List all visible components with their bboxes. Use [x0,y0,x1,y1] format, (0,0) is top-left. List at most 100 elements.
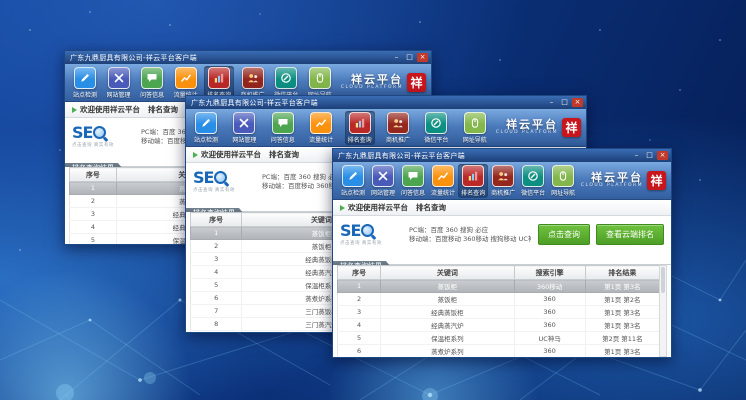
toolbar-item-4[interactable]: 排名查询 [345,111,375,145]
table-row[interactable]: 5保温柜系列UC神马第2页 第11名 [338,332,660,345]
view-cloud-rank-button[interactable]: 查看云端排名 [596,224,664,245]
toolbar-item-0[interactable]: 站点检测 [70,66,100,100]
breadcrumb-welcome: 欢迎使用祥云平台 [348,202,408,213]
toolbar-items: 站点检测网站管理 问答信息 流量统计 排名查询商机推广微信平台 网址导航 [191,111,490,145]
cell-engine: 360移动 [514,280,585,293]
toolbar-item-7[interactable]: 网址导航 [460,111,490,145]
cell-keyword: 蒸煮炉系列 [381,345,514,358]
cell-no: 5 [191,279,242,292]
window-title: 广东九鼎厨具有限公司-祥云平台客户端 [191,98,546,108]
column-header: 关键词 [381,266,514,280]
click-query-button[interactable]: 点击查询 [538,224,590,245]
close-button[interactable]: × [572,98,583,107]
seo-logo: SE 点击查询 真实有效 [72,125,134,148]
bar-chart-icon [462,165,484,187]
toolbar-item-0[interactable]: 站点检测 [191,111,221,145]
toolbar-item-2[interactable]: 问答信息 [137,66,167,100]
cell-no: 5 [70,234,117,245]
toolbar-item-3[interactable]: 流量统计 [428,164,458,198]
toolbar-item-2[interactable]: 问答信息 [268,111,298,145]
table-row[interactable]: 6蒸煮炉系列360第1页 第3名 [338,345,660,358]
window-titlebar[interactable]: 广东九鼎厨具有限公司-祥云平台客户端 – □ × [65,51,431,64]
toolbar-item-label: 微信平台 [424,135,448,144]
toolbar-item-3[interactable]: 流量统计 [306,111,336,145]
brand-text: 祥云平台 CLOUD PLATFORM [496,119,558,136]
window-titlebar[interactable]: 广东九鼎厨具有限公司-祥云平台客户端 – □ × [186,96,586,109]
toolbar-item-5[interactable]: 商机推广 [488,164,518,198]
toolbar-item-1[interactable]: 网站管理 [229,111,259,145]
brand-subtitle: CLOUD PLATFORM [341,85,403,91]
toolbar-item-label: 流量统计 [309,135,333,144]
pc-engines-line: PC端：百度 360 搜狗 必应 [409,226,531,235]
mouse-icon [309,67,331,89]
close-button[interactable]: × [657,151,668,160]
cell-no: 1 [70,182,117,195]
desktop-background: 广东九鼎厨具有限公司-祥云平台客户端 – □ × 站点检测网站管理问答信息流量统… [0,0,746,400]
cell-keyword: 经典蒸汽炉 [381,319,514,332]
toolbar-item-4[interactable]: 排名查询 [458,164,488,198]
seo-logo-text: SE [72,125,92,141]
seo-logo-text: SE [193,170,213,186]
toolbar-item-5[interactable]: 商机推广 [383,111,413,145]
cell-rank: 第1页 第3名 [585,319,659,332]
toolbar-item-label: 网站管理 [107,90,131,99]
query-buttons: 点击查询 查看云端排名 [538,224,664,245]
tools-icon [108,67,130,89]
window-titlebar[interactable]: 广东九鼎厨具有限公司-祥云平台客户端 – □ × [333,149,671,162]
minimize-button[interactable]: – [631,151,642,160]
breadcrumb: 欢迎使用祥云平台 排名查询 [333,200,671,216]
cell-keyword: 蒸饭柜 [381,293,514,306]
table-row[interactable]: 2蒸饭柜360第1页 第2名 [338,293,660,306]
bar-chart-icon [349,112,371,134]
maximize-button[interactable]: □ [559,98,570,107]
window-controls: – □ × [546,98,583,107]
toolbar-item-2[interactable]: 问答信息 [398,164,428,198]
toolbar-item-0[interactable]: 站点检测 [338,164,368,198]
minimize-button[interactable]: – [546,98,557,107]
maximize-button[interactable]: □ [644,151,655,160]
brand-area: 祥云平台 CLOUD PLATFORM 祥 [581,171,666,190]
cell-no: 2 [70,195,117,208]
toolbar-item-label: 问答信息 [271,135,295,144]
toolbar-item-label: 网址导航 [551,188,575,197]
table-row[interactable]: 3经典蒸饭柜360第1页 第3名 [338,306,660,319]
cell-rank: 第1页 第3名 [585,280,659,293]
line-chart-icon [432,165,454,187]
chat-icon [272,112,294,134]
magnifier-icon [361,224,376,239]
cell-keyword: 保温柜系列 [381,332,514,345]
close-button[interactable]: × [417,53,428,62]
brand-logo-icon: 祥 [647,171,666,190]
seo-tagline: 点击查询 真实有效 [193,187,255,193]
toolbar-item-label: 流量统计 [431,188,455,197]
scrollbar-thumb[interactable] [661,267,665,293]
front-window: 广东九鼎厨具有限公司-祥云平台客户端 – □ × 站点检测网站管理问答信息流量统… [332,148,672,358]
window-title: 广东九鼎厨具有限公司-祥云平台客户端 [338,151,631,161]
brand-area: 祥云平台 CLOUD PLATFORM 祥 [341,73,426,92]
minimize-button[interactable]: – [391,53,402,62]
toolbar-item-6[interactable]: 微信平台 [518,164,548,198]
toolbar-item-label: 网站管理 [232,135,256,144]
cell-no: 1 [191,227,242,240]
toolbar-item-1[interactable]: 网站管理 [104,66,134,100]
main-toolbar: 站点检测网站管理问答信息流量统计排名查询商机推广微信平台网址导航 祥云平台 CL… [333,162,671,200]
toolbar-item-label: 微信平台 [521,188,545,197]
table-row[interactable]: 4经典蒸汽炉360第1页 第3名 [338,319,660,332]
toolbar-item-7[interactable]: 网址导航 [548,164,578,198]
cell-rank: 第1页 第3名 [585,345,659,358]
cell-no: 2 [338,293,381,306]
table-row[interactable]: 1蒸饭柜360移动第1页 第3名 [338,280,660,293]
cell-rank: 第1页 第3名 [585,306,659,319]
chat-icon [141,67,163,89]
toolbar-item-1[interactable]: 网站管理 [368,164,398,198]
cell-no: 9 [191,331,242,333]
main-toolbar: 站点检测网站管理 问答信息 流量统计 排名查询商机推广微信平台 网址导航 祥云平台 CL… [186,109,586,147]
table-scrollbar[interactable] [659,265,667,357]
rank-table-container: 序号关键词搜索引擎排名结果 1蒸饭柜360移动第1页 第3名2蒸饭柜360第1页… [333,265,671,357]
maximize-button[interactable]: □ [404,53,415,62]
breadcrumb-arrow-icon [340,205,345,211]
toolbar-item-label: 网址导航 [463,135,487,144]
toolbar-item-6[interactable]: 微信平台 [421,111,451,145]
compass-icon [275,67,297,89]
brand-subtitle: CLOUD PLATFORM [581,183,643,189]
